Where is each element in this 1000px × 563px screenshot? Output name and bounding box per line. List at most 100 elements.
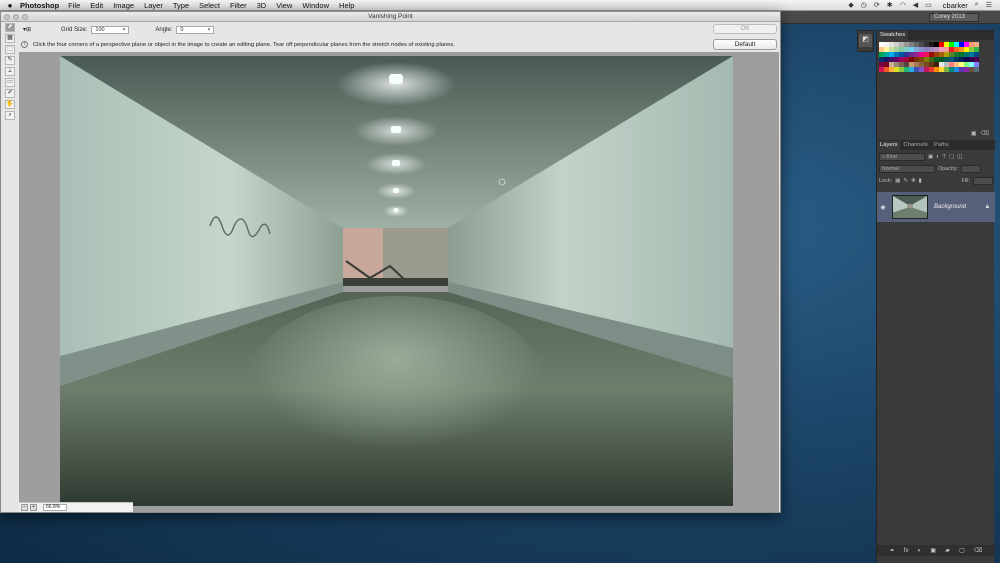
- new-group-icon[interactable]: ▰: [945, 547, 950, 554]
- close-button[interactable]: [4, 14, 10, 20]
- fill-label: Fill:: [961, 177, 970, 184]
- create-plane-tool-icon[interactable]: ▦: [5, 34, 15, 43]
- blend-mode-select[interactable]: Normal: [879, 164, 935, 173]
- notification-icon[interactable]: ☰: [986, 1, 992, 9]
- dropdown-arrow-icon: ▾: [207, 26, 211, 33]
- lock-paint-icon[interactable]: ✎: [903, 178, 908, 184]
- plane-options-icon[interactable]: ▾⊞: [23, 26, 31, 33]
- menu-filter[interactable]: Filter: [230, 1, 247, 10]
- minimize-button[interactable]: [13, 14, 19, 20]
- clock-icon[interactable]: ◷: [861, 1, 867, 9]
- window-controls: [4, 14, 28, 20]
- user-name[interactable]: cbarker: [943, 1, 968, 10]
- angle-label: Angle:: [155, 26, 173, 33]
- apple-icon[interactable]: ●: [0, 1, 20, 10]
- menu-select[interactable]: Select: [199, 1, 220, 10]
- lock-all-icon[interactable]: ▮: [919, 178, 922, 184]
- grid-size-input[interactable]: 100 ▾: [91, 25, 130, 34]
- battery-icon[interactable]: ▭: [925, 1, 932, 9]
- layer-name: Background: [934, 204, 967, 210]
- edit-plane-tool-icon[interactable]: ⬈: [5, 23, 15, 32]
- grid-size-value: 100: [95, 26, 105, 33]
- lock-pixels-icon[interactable]: ▦: [895, 178, 900, 184]
- layer-style-icon[interactable]: fx: [904, 548, 909, 554]
- opacity-label: Opacity:: [938, 165, 959, 172]
- zoom-out-icon[interactable]: −: [21, 504, 28, 511]
- menu-image[interactable]: Image: [113, 1, 134, 10]
- workspace-select[interactable]: Corey 2013: [929, 13, 979, 22]
- delete-layer-icon[interactable]: ⌫: [974, 547, 982, 554]
- menu-edit[interactable]: Edit: [90, 1, 103, 10]
- swatch-grid: [879, 42, 979, 72]
- fill-field[interactable]: [973, 176, 993, 185]
- filter-type-icon[interactable]: T: [943, 154, 946, 160]
- layer-filter-row: ⌕ Kind ▣ ◐ T ▢ ◫: [879, 152, 993, 161]
- marquee-tool-icon[interactable]: ⬚: [5, 45, 15, 54]
- tunnel-photo[interactable]: [60, 56, 733, 506]
- brush-tool-icon[interactable]: ⟂: [5, 67, 15, 76]
- bluetooth-icon[interactable]: ✱: [887, 1, 893, 9]
- dropdown-arrow-icon: ▾: [122, 26, 126, 33]
- wifi-icon[interactable]: ◠: [900, 1, 906, 9]
- new-swatch-icon[interactable]: ▣: [971, 130, 977, 139]
- ok-button[interactable]: OK: [713, 24, 777, 34]
- menu-app-name[interactable]: Photoshop: [20, 1, 59, 10]
- filter-shape-icon[interactable]: ▢: [949, 154, 954, 160]
- kind-filter-select[interactable]: ⌕ Kind: [879, 152, 925, 161]
- new-layer-icon[interactable]: ▢: [959, 547, 965, 554]
- adjustment-layer-icon[interactable]: ▣: [930, 547, 936, 554]
- zoom-button[interactable]: [22, 14, 28, 20]
- tab-channels[interactable]: Channels: [900, 141, 931, 150]
- lock-move-icon[interactable]: ✥: [911, 178, 916, 184]
- vanishing-point-dialog: Vanishing Point ⬈ ▦ ⬚ ✎ ⟂ ▭ ✐ ✋ ⌕ ▾⊞ Gri…: [0, 11, 781, 513]
- menu-window[interactable]: Window: [302, 1, 329, 10]
- zoom-in-icon[interactable]: +: [30, 504, 37, 511]
- zoom-level-field[interactable]: 66.8%: [43, 504, 67, 511]
- menu-3d[interactable]: 3D: [257, 1, 267, 10]
- sync-icon[interactable]: ⟳: [874, 1, 880, 9]
- transform-tool-icon[interactable]: ▭: [5, 78, 15, 87]
- preview-canvas[interactable]: [19, 52, 779, 512]
- menubar: ● Photoshop File Edit Image Layer Type S…: [0, 0, 1000, 11]
- delete-swatch-icon[interactable]: ⌫: [981, 130, 989, 139]
- angle-input[interactable]: 0 ▾: [176, 25, 215, 34]
- visibility-eye-icon[interactable]: ◉: [877, 204, 889, 211]
- dialog-titlebar[interactable]: Vanishing Point: [1, 12, 780, 22]
- menu-view[interactable]: View: [276, 1, 292, 10]
- grid-size-label: Grid Size:: [61, 26, 88, 33]
- menu-help[interactable]: Help: [339, 1, 354, 10]
- tab-swatches[interactable]: Swatches: [877, 31, 909, 40]
- swatches-footer: ▣ ⌫: [877, 130, 995, 139]
- dialog-status-bar: − + 66.8%: [19, 502, 133, 512]
- layers-footer: ⚭ fx ◐ ▣ ▰ ▢ ⌫: [877, 545, 995, 556]
- menu-type[interactable]: Type: [173, 1, 189, 10]
- tab-layers[interactable]: Layers: [877, 141, 901, 150]
- menu-file[interactable]: File: [68, 1, 80, 10]
- menu-layer[interactable]: Layer: [144, 1, 163, 10]
- opacity-field[interactable]: [961, 164, 982, 173]
- spotlight-icon[interactable]: ⌕: [975, 1, 979, 9]
- lock-row: Lock: ▦ ✎ ✥ ▮ Fill:: [879, 176, 993, 185]
- link-layers-icon[interactable]: ⚭: [890, 547, 895, 554]
- blend-row: Normal Opacity:: [879, 164, 993, 173]
- layer-mask-icon[interactable]: ◐: [918, 548, 922, 554]
- default-button[interactable]: Default: [713, 39, 777, 50]
- color-picker-dock-icon[interactable]: ◩: [859, 34, 872, 47]
- filter-adjust-icon[interactable]: ◐: [936, 154, 939, 160]
- filter-pixel-icon[interactable]: ▣: [928, 154, 933, 160]
- color-swatch[interactable]: [974, 67, 979, 72]
- hand-tool-icon[interactable]: ✋: [5, 100, 15, 109]
- tab-paths[interactable]: Paths: [931, 141, 952, 150]
- info-bar: i Click the four corners of a perspectiv…: [21, 40, 455, 49]
- dropbox-icon[interactable]: ◆: [848, 1, 853, 9]
- stamp-tool-icon[interactable]: ✎: [5, 56, 15, 65]
- status-menus: ◆ ◷ ⟳ ✱ ◠ ◀ ▭ cbarker ⌕ ☰: [848, 1, 1000, 10]
- volume-icon[interactable]: ◀: [913, 1, 918, 9]
- layer-row-background[interactable]: ◉ Background 🔒︎: [877, 192, 995, 222]
- filter-smart-icon[interactable]: ◫: [957, 154, 962, 160]
- zoom-tool-icon[interactable]: ⌕: [5, 111, 15, 120]
- eyedropper-tool-icon[interactable]: ✐: [5, 89, 15, 98]
- info-text: Click the four corners of a perspective …: [33, 41, 455, 48]
- vp-options-bar: ▾⊞ Grid Size: 100 ▾ Angle: 0 ▾: [19, 23, 709, 36]
- angle-value: 0: [180, 26, 184, 33]
